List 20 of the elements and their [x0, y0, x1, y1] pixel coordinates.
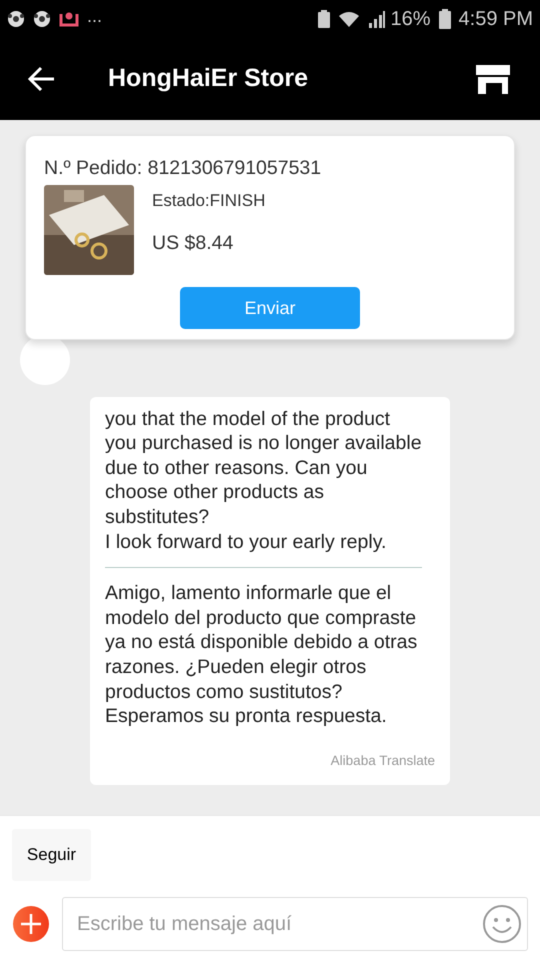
order-number: N.º Pedido: 8121306791057531 — [44, 156, 322, 180]
store-title: HongHaiEr Store — [108, 63, 310, 94]
overflow-indicator: ... — [87, 4, 102, 28]
notification-icon — [59, 11, 79, 27]
message-input[interactable]: Escribe tu mensaje aquí — [62, 897, 528, 951]
emoji-icon[interactable] — [482, 904, 522, 944]
order-price: US $8.44 — [152, 230, 234, 256]
battery-percentage: 16% — [390, 7, 431, 32]
translation-credit: Alibaba Translate — [330, 752, 435, 770]
translated-text: Amigo, lamento informarle que el modelo del producto que compraste ya no está disponible debido a otras razones. ¿Pueden elegir otros productos como sustitutos? Esperamos su pronta respuesta. — [105, 581, 418, 729]
battery-icon — [438, 9, 451, 29]
quick-reply-chip[interactable]: Seguir — [12, 829, 91, 881]
clock: 4:59 PM — [458, 7, 533, 32]
back-arrow-icon[interactable] — [28, 66, 56, 92]
add-icon[interactable] — [12, 905, 50, 943]
wifi-icon — [338, 10, 360, 28]
message-text: you that the model of the product you purchased is no longer available due to other reasons. Can you choose other products as substitutes? I look forward to your early reply. — [105, 406, 422, 554]
order-status: Estado:FINISH — [152, 190, 266, 212]
storefront-icon[interactable] — [474, 63, 512, 95]
signal-icon — [368, 10, 386, 28]
